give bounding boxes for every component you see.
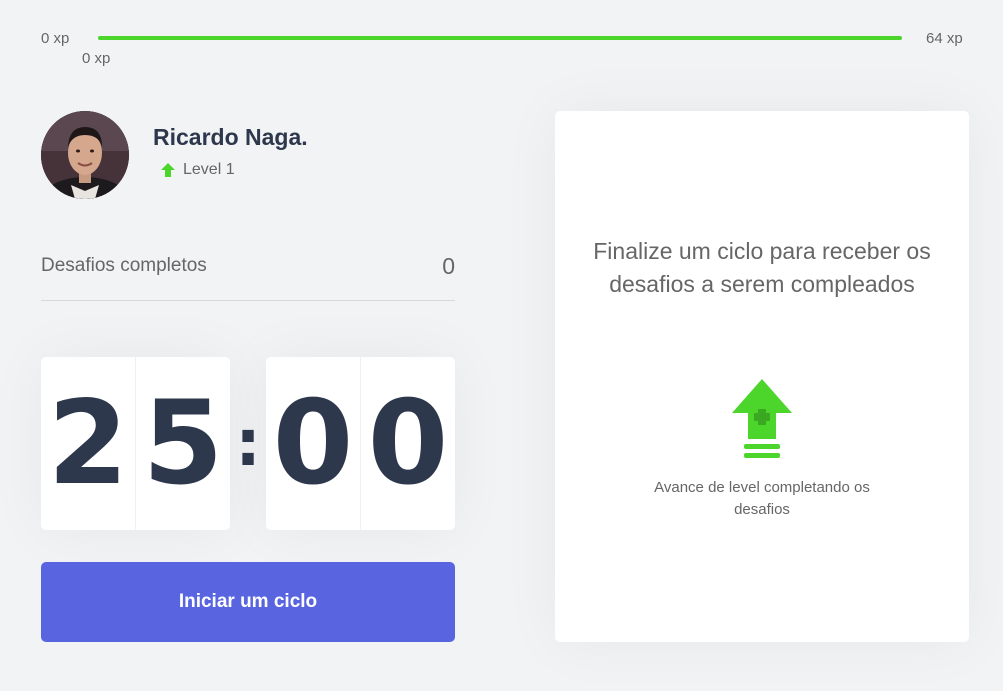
page: 0 xp 0 xp 64 xp Ricardo Naga. Level 1 De… bbox=[0, 0, 1003, 691]
countdown-seconds: 0 0 bbox=[266, 357, 455, 530]
challenge-panel-hint: Avance de level completando os desafios bbox=[654, 479, 870, 518]
challenge-panel-title: Finalize um ciclo para receber os desafi… bbox=[593, 238, 931, 297]
seconds-ones-digit: 0 bbox=[367, 376, 449, 511]
countdown: 2 5 : 0 0 bbox=[41, 357, 455, 530]
xp-min-label: 0 xp bbox=[41, 30, 70, 47]
xp-current-label: 0 xp bbox=[82, 50, 111, 67]
start-cycle-button[interactable]: Iniciar um ciclo bbox=[41, 562, 455, 642]
countdown-minutes: 2 5 bbox=[41, 357, 230, 530]
level-indicator: Level 1 bbox=[160, 159, 235, 181]
avatar bbox=[41, 111, 129, 199]
level-up-icon bbox=[732, 379, 792, 458]
countdown-separator: : bbox=[235, 406, 261, 481]
xp-max-label: 64 xp bbox=[926, 30, 963, 47]
completed-challenges-label: Desafios completos bbox=[41, 255, 207, 276]
seconds-tens-digit: 0 bbox=[266, 357, 361, 530]
minutes-tens-digit: 2 bbox=[41, 357, 136, 530]
minutes-ones-digit: 5 bbox=[142, 376, 224, 511]
completed-challenges-count: 0 bbox=[442, 253, 455, 279]
level-up-arrow-icon bbox=[161, 163, 175, 177]
completed-challenges: Desafios completos 0 bbox=[41, 253, 455, 301]
level-label: Level 1 bbox=[183, 161, 235, 178]
xp-progress-fill bbox=[98, 36, 902, 40]
avatar-photo bbox=[41, 111, 129, 199]
experience-bar: 0 xp 0 xp 64 xp bbox=[0, 0, 1003, 80]
challenge-panel: Finalize um ciclo para receber os desafi… bbox=[555, 111, 969, 642]
profile-name: Ricardo Naga. bbox=[153, 124, 308, 150]
xp-progress-track bbox=[98, 36, 902, 40]
